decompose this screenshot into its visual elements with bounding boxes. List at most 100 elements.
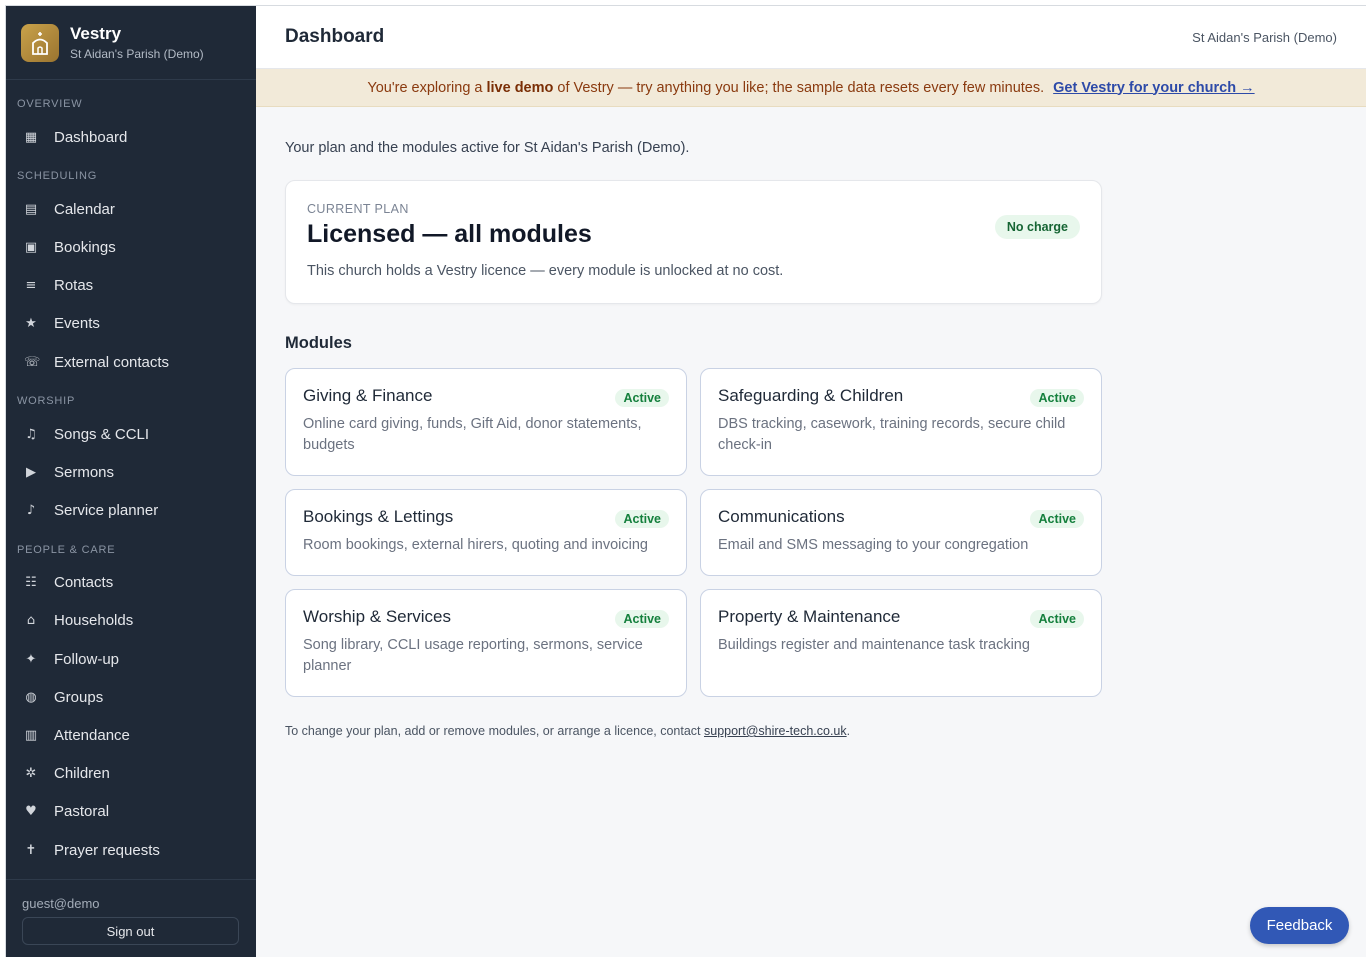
sidebar-item-label: External contacts [54, 353, 170, 371]
module-card[interactable]: Giving & Finance Active Online card giving… [285, 368, 687, 476]
sidebar-item-children[interactable]: ✲ Children [6, 755, 256, 793]
banner-text-bold: live demo [486, 79, 554, 96]
plan-card: CURRENT PLAN Licensed — all modules This… [285, 180, 1102, 304]
module-description: Room bookings, external hirers, quoting … [303, 537, 648, 553]
dashboard-body: Your plan and the modules active for St … [256, 140, 1366, 738]
intro-text: Your plan and the modules active for St … [285, 140, 690, 156]
sidebar-item-calendar[interactable]: ▤ Calendar [6, 190, 256, 228]
module-status-badge: Active [615, 510, 669, 528]
module-card[interactable]: Communications Active Email and SMS messag… [700, 489, 1102, 576]
music-icon: ♫ [25, 426, 37, 442]
get-vestry-link[interactable]: Get Vestry for your church → [1053, 80, 1254, 96]
app-window: Vestry St Aidan's Parish (Demo) OVERVIEW… [5, 5, 1366, 957]
module-card[interactable]: Property & Maintenance Active Buildings re… [700, 589, 1102, 697]
sidebar-item-contacts[interactable]: ☷ Contacts [6, 564, 256, 602]
note-icon: ♪ [26, 503, 36, 519]
sidebar-item-label: Events [54, 315, 100, 333]
user-email: guest@demo [22, 896, 100, 911]
sidebar-item-label: Calendar [54, 200, 115, 218]
brand[interactable]: Vestry St Aidan's Parish (Demo) [6, 6, 256, 80]
sidebar-item-label: Attendance [54, 727, 130, 745]
module-status-badge: Active [615, 389, 669, 407]
sidebar-item-events[interactable]: ★ Events [6, 305, 256, 343]
feedback-button[interactable]: Feedback [1250, 907, 1349, 944]
modules-grid: Giving & Finance Active Online card giving… [285, 368, 1102, 697]
module-description: Email and SMS messaging to your congrega… [718, 537, 1029, 553]
church-logo-icon [21, 23, 59, 62]
plan-badge: No charge [994, 215, 1080, 239]
module-card[interactable]: Worship & Services Active Song library, CC… [285, 589, 687, 697]
sidebar: Vestry St Aidan's Parish (Demo) OVERVIEW… [6, 6, 256, 957]
banner-text-post: of Vestry — try anything you like; the s… [557, 79, 1045, 96]
module-description: Song library, CCLI usage reporting, serm… [303, 637, 643, 674]
module-title: Communications [718, 507, 845, 526]
contacts-icon: ☷ [25, 575, 37, 591]
module-title: Giving & Finance [303, 386, 433, 405]
groups-icon: ◍ [25, 689, 37, 705]
sidebar-item-label: Service planner [54, 502, 159, 520]
module-description: Online card giving, funds, Gift Aid, don… [303, 416, 642, 453]
footnote-text: To change your plan, add or remove modul… [285, 724, 701, 738]
brand-name: Vestry [70, 23, 122, 43]
sidebar-item-prayer-requests[interactable]: ✝ Prayer requests [6, 831, 256, 869]
sidebar-footer: guest@demo Sign out [6, 879, 256, 957]
heart-icon: ♥ [25, 804, 37, 820]
sidebar-item-label: Children [54, 765, 110, 783]
module-title: Bookings & Lettings [303, 507, 454, 526]
sidebar-item-service-planner[interactable]: ♪ Service planner [6, 492, 256, 530]
sidebar-item-pastoral[interactable]: ♥ Pastoral [6, 793, 256, 831]
sidebar-item-groups[interactable]: ◍ Groups [6, 678, 256, 716]
sidebar-item-label: Follow-up [54, 650, 120, 668]
sidebar-item-households[interactable]: ⌂ Households [6, 602, 256, 640]
bookings-icon: ▣ [24, 239, 38, 255]
children-icon: ✲ [25, 766, 37, 782]
module-title: Safeguarding & Children [718, 386, 904, 405]
sidebar-item-rotas[interactable]: ≡ Rotas [6, 267, 256, 305]
sidebar-item-label: Bookings [54, 238, 116, 256]
sidebar-item-label: Prayer requests [54, 841, 160, 859]
nav-section-title: SCHEDULING [17, 170, 98, 183]
module-status-badge: Active [1030, 610, 1084, 628]
sidebar-item-dashboard[interactable]: ▦ Dashboard [6, 118, 256, 156]
module-title: Property & Maintenance [718, 607, 901, 626]
attendance-icon: ▥ [24, 728, 38, 744]
sidebar-item-label: Contacts [54, 574, 114, 592]
module-status-badge: Active [1030, 389, 1084, 407]
module-status-badge: Active [1030, 510, 1084, 528]
sidebar-item-songs-ccli[interactable]: ♫ Songs & CCLI [6, 415, 256, 453]
star-icon: ★ [25, 316, 37, 332]
footnote: To change your plan, add or remove modul… [285, 724, 1337, 738]
sidebar-nav: OVERVIEW ▦ Dashboard SCHEDULING ▤ Calendar ▣ Bo… [6, 80, 256, 879]
demo-banner: You're exploring a live demo of Vestry —… [256, 69, 1366, 107]
sidebar-item-label: Dashboard [54, 128, 128, 146]
parish-name: St Aidan's Parish (Demo) [1192, 29, 1337, 45]
nav-section-title: OVERVIEW [17, 98, 83, 110]
module-card[interactable]: Bookings & Lettings Active Room bookings, … [285, 489, 687, 576]
sidebar-item-label: Pastoral [54, 803, 110, 821]
sidebar-item-label: Rotas [54, 277, 94, 295]
rotas-icon: ≡ [25, 278, 37, 294]
page-title: Dashboard [285, 26, 385, 47]
sidebar-item-follow-up[interactable]: ✦ Follow-up [6, 640, 256, 678]
nav-section-title: WORSHIP [17, 395, 76, 408]
sidebar-item-external-contacts[interactable]: ☏ External contacts [6, 343, 256, 381]
module-status-badge: Active [615, 610, 669, 628]
sparkle-icon: ✦ [25, 651, 37, 667]
sidebar-item-label: Households [54, 612, 134, 630]
sidebar-item-sermons[interactable]: ▶ Sermons [6, 453, 256, 491]
plan-label: CURRENT PLAN [307, 202, 409, 216]
plan-description: This church holds a Vestry licence — eve… [307, 263, 784, 279]
module-title: Worship & Services [303, 607, 452, 626]
banner-text-pre: You're exploring a [367, 79, 483, 96]
module-card[interactable]: Safeguarding & Children Active DBS trackin… [700, 368, 1102, 476]
calendar-icon: ▤ [24, 201, 38, 217]
sidebar-item-attendance[interactable]: ▥ Attendance [6, 716, 256, 754]
sidebar-item-bookings[interactable]: ▣ Bookings [6, 228, 256, 266]
support-email-link[interactable]: support@shire-tech.co.uk [704, 724, 847, 738]
sign-out-button[interactable]: Sign out [22, 917, 239, 945]
cross-icon: ✝ [25, 842, 37, 858]
modules-heading: Modules [285, 334, 352, 352]
dashboard-icon: ▦ [24, 129, 38, 145]
phone-icon: ☏ [24, 354, 41, 370]
house-icon: ⌂ [26, 613, 36, 629]
